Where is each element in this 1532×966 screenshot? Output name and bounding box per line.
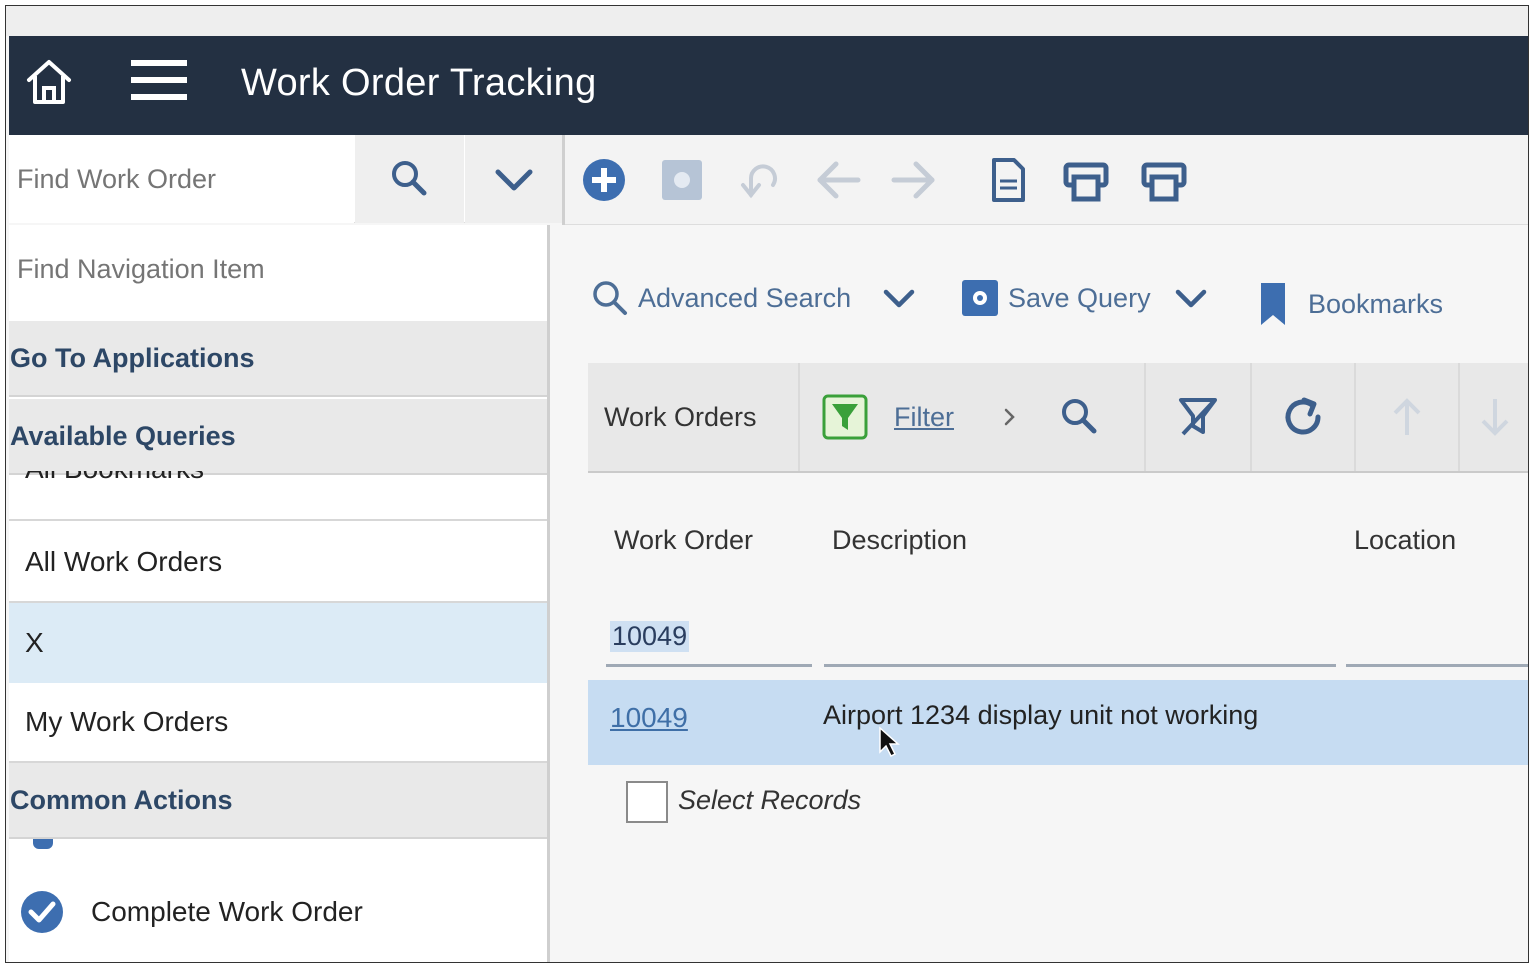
undo-button[interactable] bbox=[735, 155, 785, 205]
application-window: Work Order Tracking Find Work Order Find… bbox=[5, 5, 1529, 963]
description-filter-input[interactable] bbox=[824, 664, 1336, 667]
list-view: Advanced Search Save Query Bookmarks Wor… bbox=[550, 225, 1528, 962]
query-item-all-work-orders[interactable]: All Work Orders bbox=[9, 523, 547, 603]
available-queries-header[interactable]: Available Queries bbox=[9, 399, 547, 475]
location-filter-input[interactable] bbox=[1346, 664, 1528, 667]
checkmark-circle-icon bbox=[21, 891, 63, 933]
common-actions-header[interactable]: Common Actions bbox=[9, 763, 547, 839]
select-records-checkbox[interactable] bbox=[626, 781, 668, 823]
next-arrow-icon bbox=[891, 161, 935, 199]
bookmarks-button[interactable]: Bookmarks bbox=[1258, 279, 1443, 329]
select-records-label: Select Records bbox=[678, 785, 862, 815]
chevron-down-icon bbox=[495, 169, 532, 191]
undo-icon bbox=[741, 164, 777, 199]
print-icon bbox=[1141, 162, 1187, 202]
complete-work-order-action[interactable]: Complete Work Order bbox=[9, 877, 547, 947]
search-icon bbox=[593, 281, 627, 315]
page-title: Work Order Tracking bbox=[241, 62, 597, 104]
home-icon[interactable] bbox=[23, 56, 75, 108]
hamburger-menu-icon[interactable] bbox=[131, 56, 187, 106]
arrow-up-icon bbox=[1393, 398, 1421, 435]
side-navigation: Go To Applications Available Queries All… bbox=[9, 225, 547, 962]
mouse-cursor-icon bbox=[879, 726, 900, 758]
find-work-order-input[interactable] bbox=[9, 135, 354, 223]
query-item-x[interactable]: X bbox=[9, 603, 547, 683]
clear-filter-icon bbox=[1179, 398, 1217, 436]
advanced-search-dropdown[interactable] bbox=[882, 273, 916, 323]
bookmarks-label: Bookmarks bbox=[1308, 288, 1444, 319]
filter-link[interactable]: Filter bbox=[894, 402, 954, 433]
table-toolbar: Work Orders Filter bbox=[588, 363, 1528, 473]
chevron-down-icon bbox=[883, 289, 915, 308]
all-bookmarks-label: All Bookmarks bbox=[25, 471, 204, 485]
advanced-search-button[interactable]: Advanced Search bbox=[590, 273, 851, 323]
query-item-my-work-orders[interactable]: My Work Orders bbox=[9, 683, 547, 763]
go-to-applications-header[interactable]: Go To Applications bbox=[9, 321, 547, 397]
new-record-button[interactable] bbox=[579, 155, 629, 205]
save-icon bbox=[662, 160, 702, 200]
work-order-filter-input[interactable]: 10049 bbox=[610, 621, 690, 652]
app-header: Work Order Tracking bbox=[9, 36, 1528, 135]
add-icon bbox=[583, 159, 625, 201]
record-toolbar bbox=[565, 135, 1528, 225]
work-order-filter-underline bbox=[606, 664, 812, 667]
chevron-right-icon bbox=[1004, 408, 1015, 426]
sort-up-button[interactable] bbox=[1356, 363, 1460, 471]
clear-filter-button[interactable] bbox=[1146, 363, 1252, 471]
partial-action-icon bbox=[33, 839, 53, 849]
refresh-button[interactable] bbox=[1252, 363, 1356, 471]
column-header-work-order[interactable]: Work Order bbox=[614, 525, 753, 556]
print-button[interactable] bbox=[1061, 155, 1111, 205]
find-work-order-bar bbox=[9, 135, 562, 223]
save-query-icon bbox=[962, 280, 998, 316]
find-search-button[interactable] bbox=[355, 135, 464, 223]
bookmark-icon bbox=[1261, 283, 1285, 325]
column-header-description[interactable]: Description bbox=[832, 525, 967, 556]
arrow-down-icon bbox=[1481, 399, 1509, 436]
print-icon bbox=[1063, 162, 1109, 202]
refresh-icon bbox=[1285, 397, 1321, 435]
save-query-label: Save Query bbox=[1008, 282, 1151, 313]
previous-record-button[interactable] bbox=[813, 155, 863, 205]
view-document-button[interactable] bbox=[983, 155, 1033, 205]
table-row[interactable]: 10049 Airport 1234 display unit not work… bbox=[588, 680, 1528, 765]
previous-arrow-icon bbox=[817, 161, 861, 199]
find-options-dropdown[interactable] bbox=[465, 135, 562, 223]
filter-icon bbox=[822, 394, 868, 440]
browser-top-strip bbox=[6, 6, 1528, 36]
advanced-search-label: Advanced Search bbox=[638, 282, 852, 313]
work-order-link[interactable]: 10049 bbox=[610, 702, 688, 734]
sort-down-button[interactable] bbox=[1460, 363, 1528, 471]
column-header-location[interactable]: Location bbox=[1354, 525, 1456, 556]
table-title: Work Orders bbox=[588, 363, 800, 471]
save-query-dropdown[interactable] bbox=[1174, 273, 1208, 323]
next-record-button[interactable] bbox=[889, 155, 939, 205]
print-with-attachments-button[interactable] bbox=[1139, 155, 1189, 205]
search-icon bbox=[391, 161, 426, 196]
chevron-down-icon bbox=[1175, 289, 1207, 308]
partial-query-item[interactable]: All Bookmarks bbox=[9, 471, 547, 521]
filter-toggle[interactable]: Filter bbox=[800, 363, 1146, 471]
save-query-button[interactable]: Save Query bbox=[960, 273, 1151, 323]
search-icon[interactable] bbox=[1058, 395, 1102, 439]
document-icon bbox=[992, 158, 1025, 202]
save-button[interactable] bbox=[657, 155, 707, 205]
complete-work-order-label: Complete Work Order bbox=[91, 896, 363, 927]
find-navigation-item-input[interactable] bbox=[9, 225, 547, 321]
